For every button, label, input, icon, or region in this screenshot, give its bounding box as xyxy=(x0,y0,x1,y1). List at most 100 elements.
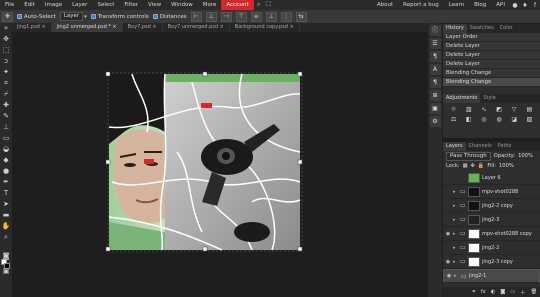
align-bottom-icon[interactable]: ⊥ xyxy=(265,11,277,22)
brush-settings-icon[interactable]: ¶ xyxy=(429,51,441,62)
screen-mode-icon[interactable]: ▣ xyxy=(0,266,12,277)
twitter-icon[interactable]: ♦ xyxy=(520,2,530,9)
brightness-contrast-icon[interactable]: ☼ xyxy=(447,106,460,114)
layer-group-row[interactable]: ▸ ▭ jing2-3 xyxy=(443,213,540,227)
menu-learn[interactable]: Learn xyxy=(444,0,469,10)
quick-mask-icon[interactable]: ◙ xyxy=(0,251,12,262)
collapse-icon[interactable]: » xyxy=(0,23,12,34)
paint-bucket-icon[interactable]: ◒ xyxy=(0,144,12,155)
paragraph-icon[interactable]: ¶ xyxy=(429,77,441,88)
history-item-current[interactable]: Blending Change xyxy=(443,78,540,87)
eye-icon[interactable]: ◉ xyxy=(445,259,451,265)
menu-blog[interactable]: Blog xyxy=(469,0,491,10)
dodge-tool-icon[interactable]: ● xyxy=(0,166,12,177)
healing-brush-icon[interactable]: ✚ xyxy=(0,100,12,111)
hue-saturation-icon[interactable]: ▤ xyxy=(523,106,536,114)
path-select-icon[interactable]: ➤ xyxy=(0,199,12,210)
threshold-icon[interactable]: ▨ xyxy=(523,116,536,124)
transform-handle[interactable] xyxy=(297,246,303,252)
tab-background-copy[interactable]: Background copy.psd × xyxy=(230,23,300,32)
layer-group-row[interactable]: ◉ ▸ ▭ jing2-3 copy xyxy=(443,255,540,269)
magic-wand-icon[interactable]: ✦ xyxy=(0,67,12,78)
tab-boy7[interactable]: Boy7.psd × xyxy=(123,23,163,32)
menu-image[interactable]: Image xyxy=(40,0,67,10)
opacity-value[interactable]: 100% xyxy=(518,153,533,159)
distances-checkbox[interactable]: Distances xyxy=(152,14,187,20)
transform-handle[interactable] xyxy=(105,159,111,165)
invert-icon[interactable]: ◪ xyxy=(508,116,521,124)
layer-group-row[interactable]: ▸ ▭ mpv-shot0288 xyxy=(443,185,540,199)
menu-window[interactable]: Window xyxy=(166,0,198,10)
lock-pixels-icon[interactable]: ▦ xyxy=(463,163,468,169)
expand-arrow-icon[interactable]: ▸ xyxy=(453,259,458,265)
layer-group-row[interactable]: ◉ ▸ ▭ mpv-shot0288 copy xyxy=(443,227,540,241)
transform-handle[interactable] xyxy=(202,71,208,77)
align-middle-icon[interactable]: ≡ xyxy=(250,11,262,22)
lock-position-icon[interactable]: ✥ xyxy=(470,163,474,169)
info-icon[interactable]: ⓘ xyxy=(429,25,441,36)
new-layer-icon[interactable]: ＋ xyxy=(520,289,525,296)
auto-select-target-select[interactable]: Layer xyxy=(59,12,84,21)
align-top-icon[interactable]: ⊤ xyxy=(235,11,247,22)
type-tool-icon[interactable]: T xyxy=(0,188,12,199)
menu-select[interactable]: Select xyxy=(92,0,119,10)
layer-row[interactable]: Layer 6 xyxy=(443,171,540,185)
flip-icon[interactable]: ⇆ xyxy=(295,11,307,22)
tab-color[interactable]: Color xyxy=(497,24,516,33)
auto-select-checkbox[interactable]: Auto-Select xyxy=(17,14,56,20)
document-canvas[interactable] xyxy=(12,32,428,297)
image-icon[interactable]: ▣ xyxy=(429,103,441,114)
align-center-icon[interactable]: ⊥ xyxy=(205,11,217,22)
menu-more[interactable]: More xyxy=(198,0,222,10)
expand-arrow-icon[interactable]: ▸ xyxy=(453,231,458,237)
tab-jing1[interactable]: jing1.psd × xyxy=(12,23,52,32)
tab-boy7-unmerged[interactable]: Boy7 unmerged.psd × xyxy=(163,23,230,32)
menu-view[interactable]: View xyxy=(143,0,166,10)
expand-arrow-icon[interactable]: ▸ xyxy=(453,189,458,195)
transform-handle[interactable] xyxy=(297,159,303,165)
channel-mixer-icon[interactable]: ◍ xyxy=(493,116,506,124)
layer-group-row[interactable]: ▸ ▭ jing2-2 copy xyxy=(443,199,540,213)
css-icon[interactable]: ⊞ xyxy=(429,90,441,101)
tab-history[interactable]: History xyxy=(443,24,467,33)
fx-icon[interactable]: fx xyxy=(481,289,486,295)
align-left-icon[interactable]: ⊢ xyxy=(190,11,202,22)
new-group-icon[interactable]: ▭ xyxy=(510,289,515,295)
reddit-icon[interactable]: ● xyxy=(510,2,520,9)
properties-icon[interactable]: ☰ xyxy=(429,38,441,49)
pen-tool-icon[interactable]: ✒ xyxy=(0,177,12,188)
tab-swatches[interactable]: Swatches xyxy=(467,24,497,33)
expand-arrow-icon[interactable]: ▸ xyxy=(453,217,458,223)
distribute-icon[interactable]: ⋮ xyxy=(280,11,292,22)
exposure-icon[interactable]: ◩ xyxy=(493,106,506,114)
eye-icon[interactable]: ◉ xyxy=(445,231,451,237)
lasso-tool-icon[interactable]: ↄ xyxy=(0,56,12,67)
layer-group-row-selected[interactable]: ◉ ▸ ▭ jing2-1 xyxy=(443,269,540,283)
link-icon[interactable]: ⚭ xyxy=(471,289,475,295)
clone-stamp-icon[interactable]: ⊥ xyxy=(0,122,12,133)
canvas-area[interactable] xyxy=(12,32,428,297)
lock-all-icon[interactable]: 🔒 xyxy=(478,163,484,169)
eye-icon[interactable]: ◉ xyxy=(446,273,452,280)
tab-layers[interactable]: Layers xyxy=(443,142,466,151)
delete-layer-icon[interactable]: 🗑 xyxy=(530,289,537,295)
menu-about[interactable]: About xyxy=(372,0,398,10)
history-item[interactable]: Delete Layer xyxy=(443,51,540,60)
layer-group-row[interactable]: ▸ ▭ jing2-2 xyxy=(443,241,540,255)
color-balance-icon[interactable]: ⚖ xyxy=(447,116,460,124)
fill-value[interactable]: 100% xyxy=(499,163,514,169)
facebook-icon[interactable]: f xyxy=(530,2,540,9)
tab-style[interactable]: Style xyxy=(480,94,499,103)
menu-layer[interactable]: Layer xyxy=(67,0,92,10)
transform-handle[interactable] xyxy=(202,246,208,252)
marquee-tool-icon[interactable]: ⬚ xyxy=(0,45,12,56)
tab-jing2-unmerged[interactable]: jing2 unmerged.psd * × xyxy=(51,23,123,32)
photo-filter-icon[interactable]: ◎ xyxy=(477,116,490,124)
brush-tool-icon[interactable]: ✎ xyxy=(0,111,12,122)
shape-tool-icon[interactable]: ▬ xyxy=(0,210,12,221)
transform-controls-checkbox[interactable]: Transform controls xyxy=(90,14,149,20)
history-item[interactable]: Layer Order xyxy=(443,33,540,42)
menu-filter[interactable]: Filter xyxy=(119,0,143,10)
tab-adjustments[interactable]: Adjustments xyxy=(443,94,481,103)
black-white-icon[interactable]: ◧ xyxy=(462,116,475,124)
